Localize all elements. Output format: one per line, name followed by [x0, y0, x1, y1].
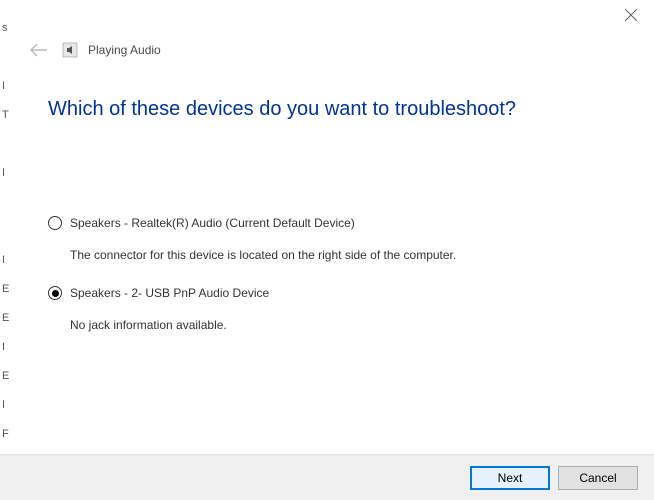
header-title: Playing Audio	[88, 43, 161, 57]
footer-bar: Next Cancel	[0, 454, 654, 500]
device-option: Speakers - Realtek(R) Audio (Current Def…	[48, 216, 654, 262]
radio-icon	[48, 216, 62, 230]
device-label: Speakers - 2- USB PnP Audio Device	[70, 286, 269, 300]
device-option: Speakers - 2- USB PnP Audio Device No ja…	[48, 286, 654, 332]
device-label: Speakers - Realtek(R) Audio (Current Def…	[70, 216, 355, 230]
back-arrow-icon	[30, 43, 48, 57]
device-description: No jack information available.	[48, 300, 654, 332]
background-sidebar-fragment: s I T I I E E I E I F	[0, 14, 8, 449]
troubleshooter-window: s I T I I E E I E I F Playing Audio Whic…	[0, 0, 654, 500]
device-radio-row[interactable]: Speakers - 2- USB PnP Audio Device	[48, 286, 654, 300]
back-button[interactable]	[30, 43, 48, 57]
device-radio-row[interactable]: Speakers - Realtek(R) Audio (Current Def…	[48, 216, 654, 230]
audio-icon	[62, 42, 78, 58]
cancel-button[interactable]: Cancel	[558, 466, 638, 490]
close-icon	[624, 8, 638, 22]
header: Playing Audio	[0, 0, 654, 58]
page-title: Which of these devices do you want to tr…	[0, 58, 654, 121]
device-list: Speakers - Realtek(R) Audio (Current Def…	[0, 121, 654, 332]
close-button[interactable]	[624, 8, 640, 24]
radio-icon	[48, 286, 62, 300]
next-button[interactable]: Next	[470, 466, 550, 490]
device-description: The connector for this device is located…	[48, 230, 654, 262]
